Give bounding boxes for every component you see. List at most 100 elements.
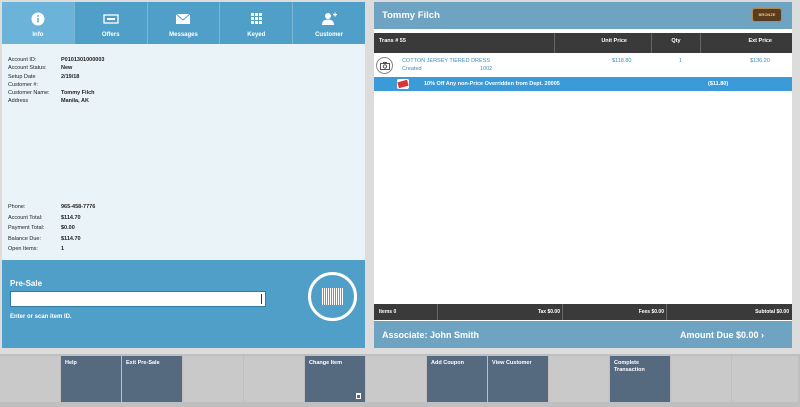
toolbar-button-empty xyxy=(549,356,609,402)
field-value: 1 xyxy=(61,246,65,252)
table-row[interactable]: COTTON JERSEY TIERED DRESS Created 1002 … xyxy=(374,55,792,75)
camera-icon xyxy=(380,62,390,70)
item-photo-button[interactable] xyxy=(376,57,393,74)
change-item-button[interactable]: Change Item xyxy=(305,356,365,402)
complete-transaction-button[interactable]: Complete Transaction xyxy=(610,356,670,402)
col-trans: Trans # 55 xyxy=(374,33,555,53)
exit-presale-button[interactable]: Exit Pre-Sale xyxy=(122,356,182,402)
field-value: Manila, AK xyxy=(61,98,89,105)
tab-info[interactable]: Info xyxy=(2,2,75,44)
transaction-footer: Associate: John Smith Amount Due $0.00 › xyxy=(374,321,792,348)
tab-messages[interactable]: Messages xyxy=(148,2,221,44)
item-sku: 1002 xyxy=(480,66,493,72)
field-label: Balance Due: xyxy=(8,235,42,242)
tab-label: Offers xyxy=(101,32,120,38)
setup-date-row: Setup Date 2/19/18 xyxy=(8,73,363,81)
field-label: Account ID: xyxy=(8,57,37,63)
account-details: Account ID: P0101301000003 Account Status… xyxy=(8,56,363,106)
amount-due-button[interactable]: Amount Due $0.00 › xyxy=(680,330,764,340)
field-value: Tommy Filch xyxy=(61,90,95,97)
field-value: New xyxy=(61,65,73,72)
col-unit-price: Unit Price xyxy=(555,33,652,53)
tab-keyed[interactable]: Keyed xyxy=(220,2,294,44)
transaction-header: Tommy Filch BRONZE xyxy=(374,2,792,29)
account-summary: Phone: 965-458-7776 Account Total: $114.70… xyxy=(8,202,95,255)
tab-offers[interactable]: Offers xyxy=(75,2,148,44)
account-status-row: Account Status: New xyxy=(8,64,363,72)
account-id-row: Account ID: P0101301000003 xyxy=(8,56,363,64)
field-label: Account Status: xyxy=(8,65,47,72)
item-ext-price: $136.20 xyxy=(750,58,770,64)
customer-name-row: Customer Name: Tommy Filch xyxy=(8,89,363,97)
toolbar-button-empty xyxy=(671,356,731,402)
item-qty: 1 xyxy=(679,58,683,64)
subtotal: Subtotal $0.00 xyxy=(755,309,789,315)
toolbar-button-empty xyxy=(183,356,243,402)
item-id-input[interactable] xyxy=(10,291,266,307)
item-status: Created xyxy=(402,66,422,72)
keypad-icon xyxy=(251,13,263,24)
toolbar-button-empty xyxy=(0,356,60,402)
field-label: Address xyxy=(8,98,29,105)
field-value: 2/19/18 xyxy=(61,73,80,80)
associate-name: Associate: John Smith xyxy=(382,330,480,340)
items-count: Items 0 xyxy=(374,304,438,320)
field-label: Customer Name: xyxy=(8,90,50,97)
tab-label: Keyed xyxy=(247,32,266,38)
scan-barcode-button[interactable] xyxy=(308,272,357,321)
col-qty: Qty xyxy=(652,33,701,53)
totals-bar: Items 0 Tax $0.00 Fees $0.00 Subtotal $0… xyxy=(374,304,792,320)
barcode-icon xyxy=(322,288,343,305)
field-value: $114.70 xyxy=(61,214,81,221)
info-icon xyxy=(31,12,45,26)
col-ext-price: Ext Price xyxy=(748,38,772,44)
view-customer-button[interactable]: View Customer xyxy=(488,356,548,402)
loyalty-tier-badge: BRONZE xyxy=(752,8,782,22)
open-items-row: Open Items: 1 xyxy=(8,244,95,255)
account-total-row: Account Total: $114.70 xyxy=(8,213,95,224)
discount-text: 10% Off Any non-Price Overridden from De… xyxy=(424,81,560,87)
discount-tag-icon xyxy=(397,79,409,89)
pos-screen: Info Offers Messages Keyed Customer Acco… xyxy=(0,0,800,407)
tax-total: Tax $0.00 xyxy=(438,304,563,320)
toolbar-button-empty xyxy=(732,356,798,402)
address-row: Address Manila, AK xyxy=(8,97,363,105)
discount-row[interactable]: 10% Off Any non-Price Overridden from De… xyxy=(374,77,792,91)
transaction-panel: Tommy Filch BRONZE Trans # 55 Unit Price… xyxy=(374,2,792,348)
field-value: $0.00 xyxy=(61,225,75,231)
field-label: Setup Date xyxy=(8,73,36,80)
info-tabs: Info Offers Messages Keyed Customer xyxy=(2,2,365,44)
field-value: $114.70 xyxy=(61,235,81,242)
tab-customer[interactable]: Customer xyxy=(293,2,365,44)
add-coupon-button[interactable]: Add Coupon xyxy=(427,356,487,402)
item-name: COTTON JERSEY TIERED DRESS xyxy=(402,58,491,64)
button-label: Change Item xyxy=(309,360,343,366)
customer-info-panel: Info Offers Messages Keyed Customer Acco… xyxy=(2,2,365,348)
field-value: 965-458-7776 xyxy=(61,204,96,210)
presale-hint: Enter or scan item ID. xyxy=(10,314,72,320)
field-label: Account Total: xyxy=(8,214,43,221)
tab-label: Customer xyxy=(315,32,344,38)
add-user-icon xyxy=(322,12,338,25)
field-label: Open Items: xyxy=(8,246,38,252)
field-label: Phone: xyxy=(8,204,26,210)
action-toolbar: Help Exit Pre-Sale Change Item Add Coupo… xyxy=(0,354,800,407)
offers-icon xyxy=(103,14,119,24)
fees-total: Fees $0.00 xyxy=(563,304,667,320)
text-cursor xyxy=(261,294,262,304)
item-unit-price: $118.80 xyxy=(612,58,632,64)
envelope-icon xyxy=(176,13,191,24)
discount-amount: ($11.80) xyxy=(708,81,729,87)
field-label: Customer #: xyxy=(8,81,38,88)
customer-name-title: Tommy Filch xyxy=(382,10,440,21)
presale-title: Pre-Sale xyxy=(10,279,43,288)
items-table-header: Trans # 55 Unit Price Qty Ext Price xyxy=(374,33,792,53)
toolbar-button-empty xyxy=(366,356,426,402)
customer-number-row: Customer #: xyxy=(8,81,363,89)
trash-icon xyxy=(356,393,361,399)
toolbar-button-empty xyxy=(244,356,304,402)
presale-panel: Pre-Sale Enter or scan item ID. xyxy=(2,260,365,348)
phone-row: Phone: 965-458-7776 xyxy=(8,202,95,213)
tab-label: Info xyxy=(32,32,44,38)
help-button[interactable]: Help xyxy=(61,356,121,402)
